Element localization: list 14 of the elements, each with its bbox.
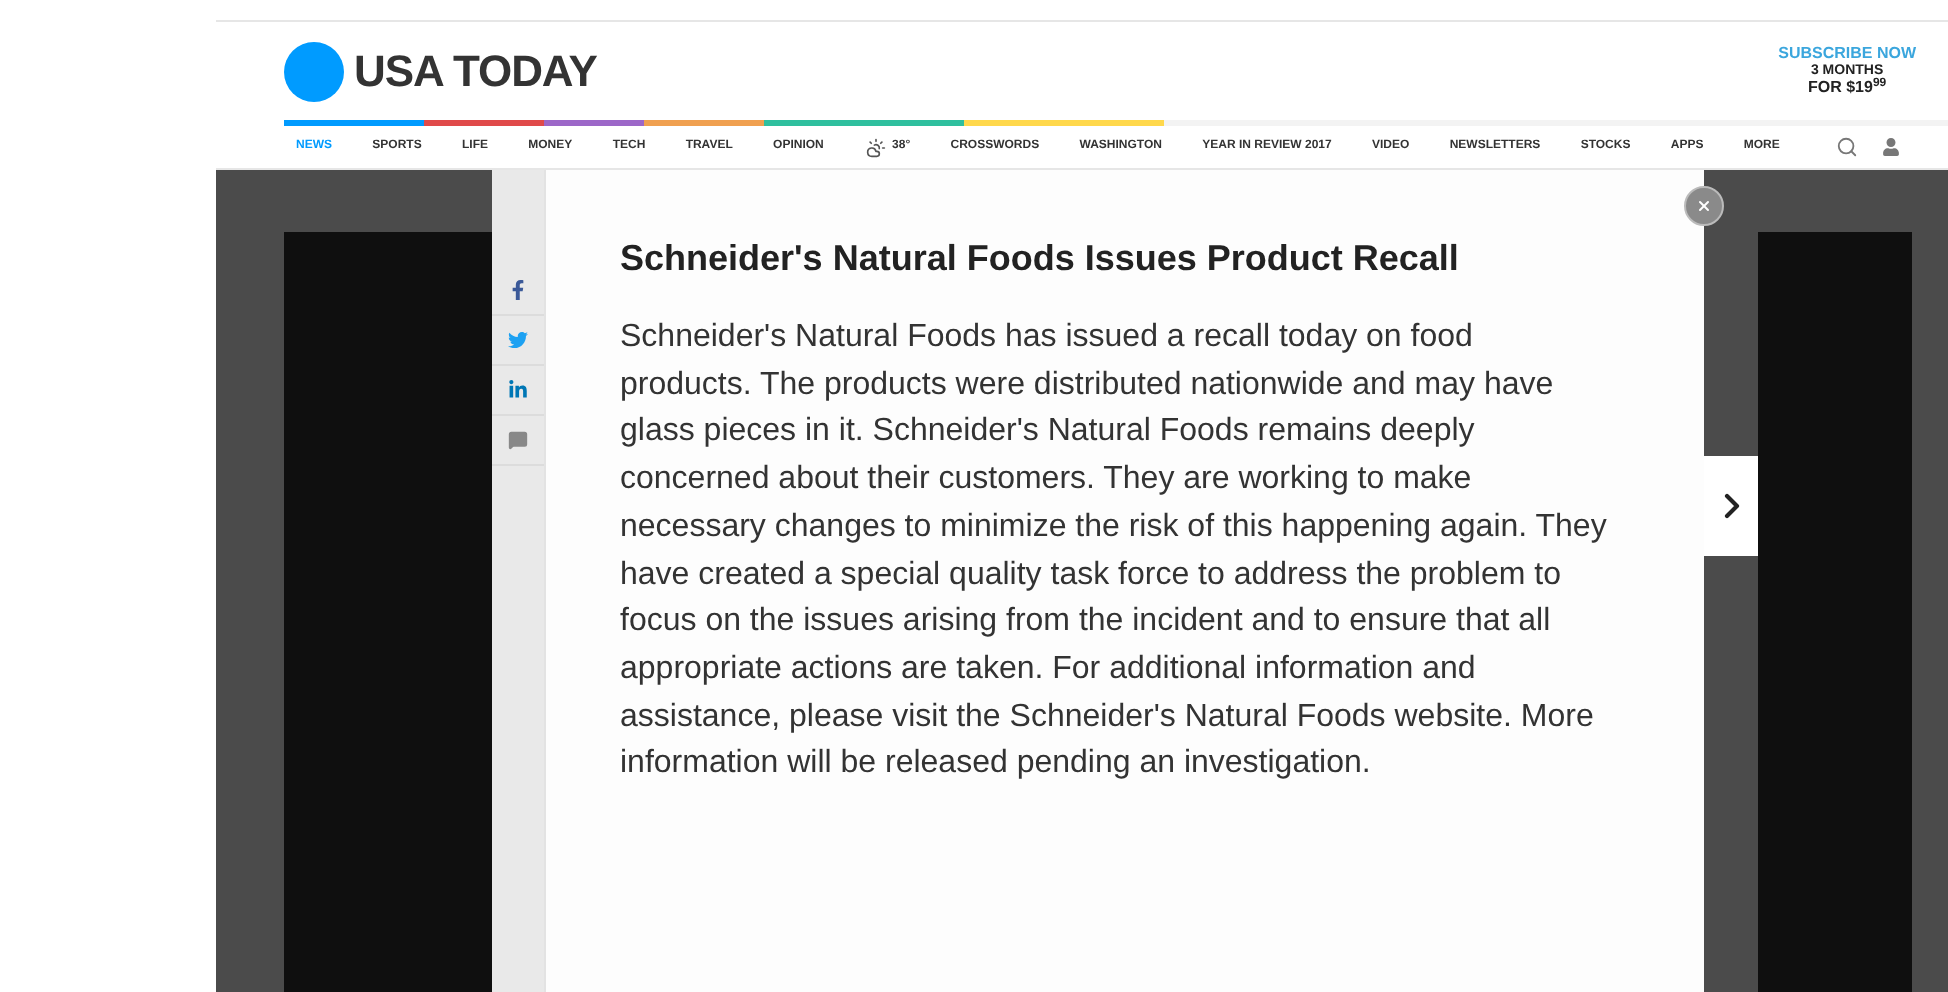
article-title: Schneider's Natural Foods Issues Product Recall — [620, 236, 1461, 280]
next-button[interactable] — [1704, 456, 1758, 556]
facebook-icon[interactable] — [508, 280, 528, 300]
weather-icon — [864, 137, 889, 157]
close-icon — [1696, 198, 1712, 214]
bird-icon[interactable] — [508, 330, 528, 350]
user-icon[interactable] — [1882, 138, 1900, 156]
search-icon[interactable] — [1836, 136, 1858, 158]
article-body: Schneider's Natural Foods has issued a recall today on food products. The products were distributed nationwide and may have glass pieces in it. Schneider's Natural Foods remains deeply concerned about their customers. They are working to make necessary changes to minimize the risk of this happening again. They have created a special quality task force to address the problem to focus on the issues arising from the incident and to ensure that all appropriate actions are taken. For additional information and assistance, please visit the Schneider's Natural Foods website. More information will be released pending an investigation. — [620, 318, 1608, 785]
speech-bubble-icon[interactable] — [508, 430, 528, 450]
linkedin-icon[interactable] — [508, 380, 528, 400]
logo-text[interactable]: USA TODAY — [354, 38, 597, 104]
close-button[interactable] — [1684, 186, 1724, 226]
subscribe-price-text: FOR $19$^{99}$ — [1807, 80, 1887, 96]
